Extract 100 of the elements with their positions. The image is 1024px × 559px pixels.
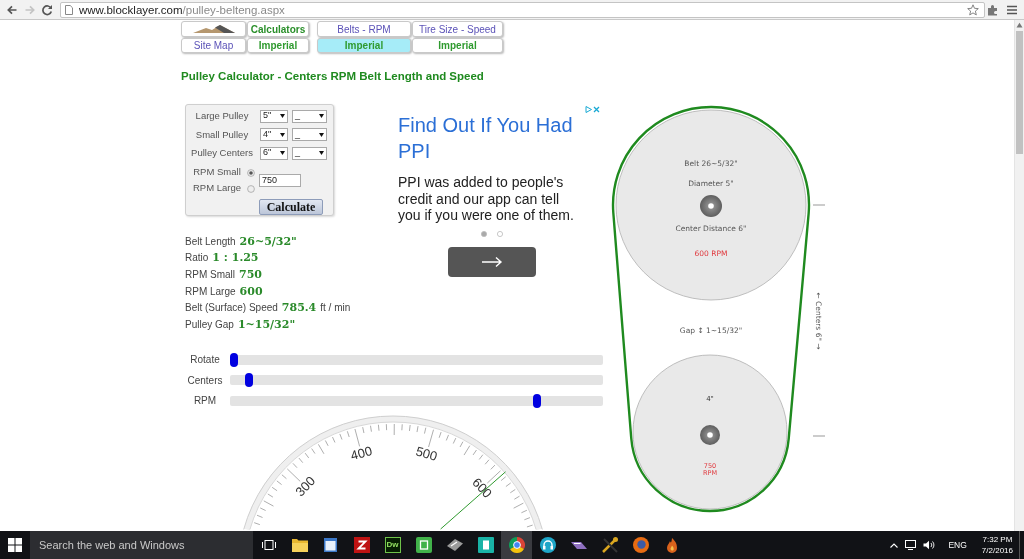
star-icon[interactable] <box>967 3 979 16</box>
tools-icon <box>601 537 618 553</box>
slanted-card-icon <box>446 539 463 551</box>
slider-label: Rotate <box>189 354 221 366</box>
app-logo-tile: Dw <box>384 537 401 553</box>
slider-track[interactable] <box>230 375 603 386</box>
ring-disc-icon <box>632 537 649 553</box>
size-select[interactable]: 4" <box>260 128 288 142</box>
slider-label: RPM <box>192 395 218 407</box>
mountain-icon <box>192 25 235 33</box>
slider-thumb[interactable] <box>230 352 238 367</box>
dropdown-caret-icon <box>280 114 285 119</box>
radio-label: RPM Small <box>193 167 241 178</box>
zigzag-tile-icon <box>353 537 370 553</box>
gauge-label: 400 <box>349 443 374 464</box>
nav-link[interactable]: Calculators <box>247 21 309 37</box>
field-label: Large Pulley <box>194 111 250 122</box>
slider-track[interactable] <box>230 395 603 406</box>
fraction-select[interactable]: _ <box>292 109 327 123</box>
result-label: Belt Length <box>185 235 236 247</box>
result-label: Belt (Surface) Speed <box>185 302 278 314</box>
nav-link[interactable]: Imperial <box>247 38 309 53</box>
gauge-label: 300 <box>292 473 319 500</box>
nav-link[interactable]: Tire Size - Speed <box>412 21 503 37</box>
taskbar-button[interactable] <box>501 531 532 559</box>
ad-headline: Find Out If You Had PPI <box>398 113 574 164</box>
radio-button[interactable] <box>247 184 256 193</box>
fraction-select[interactable]: _ <box>292 128 327 142</box>
four-panes-icon[interactable] <box>8 538 22 552</box>
nav-link[interactable]: Imperial <box>412 38 503 53</box>
page-title: Pulley Calculator - Centers RPM Belt Length and Speed <box>181 69 484 83</box>
headphones-icon <box>539 537 556 553</box>
slider-thumb[interactable] <box>244 373 253 388</box>
size-select[interactable]: 6" <box>260 146 288 160</box>
gauge-label: 500 <box>414 443 440 464</box>
dropdown-caret-icon <box>280 151 285 156</box>
slider-thumb[interactable] <box>532 393 541 408</box>
puzzle-icon[interactable] <box>987 3 999 16</box>
sheet-icon <box>415 537 432 553</box>
calculate-button[interactable]: Calculate <box>259 198 323 215</box>
nav-link[interactable]: Belts - RPM <box>317 21 411 37</box>
window-icon <box>324 538 337 552</box>
nav-link[interactable]: Site Map <box>181 38 246 53</box>
logo-link[interactable] <box>181 21 246 37</box>
pulley-hub <box>700 195 722 217</box>
page-icon <box>65 4 73 15</box>
address-field[interactable]: www.blocklayer.com/pulley-belteng.aspx <box>60 1 985 18</box>
result-value: 1 : 1.25 <box>212 251 259 265</box>
dropdown-caret-icon <box>280 132 285 137</box>
dropdown-caret-icon <box>319 132 324 137</box>
next-button[interactable] <box>448 246 536 277</box>
result-value: 1~15/32" <box>237 317 296 331</box>
wheel-logo-icon <box>508 537 525 553</box>
radio-button[interactable] <box>246 168 255 177</box>
result-label: Ratio <box>185 252 209 264</box>
field-label: Pulley Centers <box>190 148 254 159</box>
speaker-icon[interactable] <box>923 540 936 550</box>
result-value: 600 <box>239 284 263 298</box>
rpm-input[interactable]: 750 <box>259 173 301 187</box>
result-label: RPM Large <box>185 285 236 297</box>
url-text: www.blocklayer.com/pulley-belteng.aspx <box>79 3 285 16</box>
document-icon <box>477 537 494 553</box>
result-value: 750 <box>239 268 262 281</box>
carousel-dot-icon[interactable] <box>497 230 503 237</box>
slanted-bar-icon <box>570 541 587 549</box>
ad-text: PPI was added to people's credit and our app can tell you if you were one of them. <box>398 174 575 224</box>
scroll-up-icon[interactable] <box>1016 22 1023 28</box>
pulley-hub <box>700 425 720 445</box>
task-view-icon <box>261 540 276 550</box>
gauge-label: 600 <box>469 474 496 501</box>
menu-icon[interactable] <box>1006 3 1018 16</box>
dropdown-caret-icon <box>319 114 324 119</box>
network-icon[interactable] <box>905 540 917 550</box>
close-icon[interactable] <box>593 106 600 113</box>
clock-time[interactable]: 7:32 PM <box>982 534 1013 545</box>
taskbar-button[interactable]: Dw <box>377 531 408 559</box>
language-indicator[interactable]: ENG <box>948 540 967 550</box>
slider-track[interactable] <box>230 354 603 365</box>
scrollbar-thumb[interactable] <box>1016 31 1023 154</box>
dropdown-caret-icon <box>319 151 324 156</box>
right-arrow-icon <box>481 255 503 268</box>
center-marker <box>812 204 826 206</box>
search-field[interactable]: Search the web and Windows <box>30 531 253 559</box>
size-select[interactable]: 5" <box>260 109 288 123</box>
flame-icon <box>666 537 677 553</box>
result-value: 26~5/32" <box>239 234 297 248</box>
result-label: RPM Small <box>185 269 235 280</box>
result-unit: ft / min <box>320 302 351 314</box>
result-label: Pulley Gap <box>185 318 234 330</box>
carousel-dot-icon[interactable] <box>481 230 487 237</box>
clock-date[interactable]: 7/2/2016 <box>981 545 1013 556</box>
slider-label: Centers <box>186 374 224 386</box>
up-caret-icon[interactable] <box>890 542 899 548</box>
reload-icon[interactable] <box>41 3 53 16</box>
folder-icon <box>291 538 308 552</box>
field-label: Small Pulley <box>194 129 250 140</box>
back-arrow-icon[interactable] <box>6 3 18 16</box>
center-marker <box>812 435 826 437</box>
result-value: 785.4 <box>281 301 317 315</box>
fraction-select[interactable]: _ <box>292 146 327 160</box>
